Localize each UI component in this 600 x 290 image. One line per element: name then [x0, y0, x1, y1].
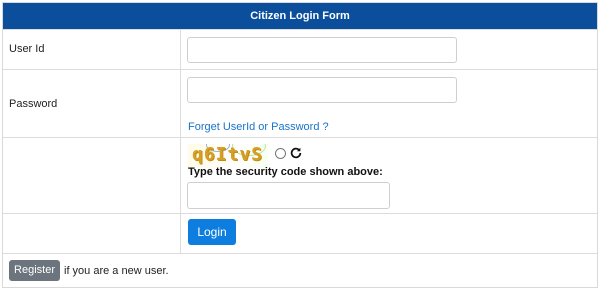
captcha-text: q6ItvS — [192, 144, 264, 165]
login-label-cell — [3, 214, 181, 254]
security-code-label: Type the security code shown above: — [188, 166, 383, 178]
userid-row: User Id — [3, 29, 597, 70]
captcha-row: q6ItvS Type the security code shown abov… — [3, 137, 597, 214]
login-form: Citizen Login Form User Id Password Forg… — [2, 2, 598, 288]
userid-label: User Id — [9, 43, 45, 55]
radio-icon[interactable] — [275, 148, 286, 159]
password-label-cell: Password — [3, 70, 181, 138]
refresh-icon[interactable] — [289, 146, 303, 160]
forget-userid-link[interactable]: Forget UserId or Password ? — [188, 121, 329, 133]
userid-label-cell: User Id — [3, 30, 181, 70]
register-note: if you are a new user. — [64, 265, 169, 277]
register-row: Register if you are a new user. — [3, 253, 597, 288]
captcha-label-cell — [3, 138, 181, 214]
login-row: Login — [3, 213, 597, 254]
password-input[interactable] — [187, 77, 457, 103]
form-title: Citizen Login Form — [3, 3, 597, 29]
userid-input[interactable] — [187, 37, 457, 63]
security-code-input[interactable] — [187, 182, 390, 209]
register-button[interactable]: Register — [9, 260, 60, 281]
login-button[interactable]: Login — [188, 219, 236, 245]
password-label: Password — [9, 98, 58, 110]
password-row: Password Forget UserId or Password ? — [3, 69, 597, 138]
captcha-image: q6ItvS — [188, 144, 268, 168]
